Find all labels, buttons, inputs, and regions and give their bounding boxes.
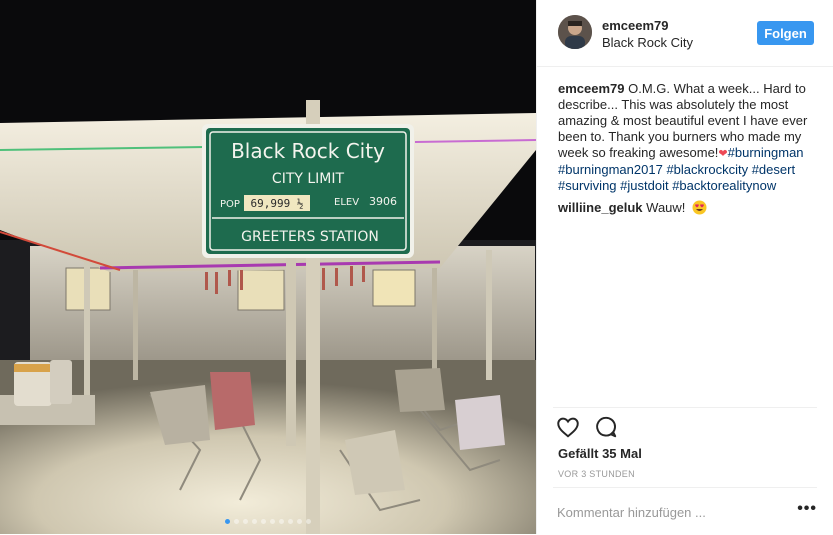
carousel-dot[interactable]: [297, 519, 302, 524]
sign-elev-value: 3906: [369, 195, 397, 208]
carousel-dot[interactable]: [288, 519, 293, 524]
likes-count[interactable]: Gefällt 35 Mal: [558, 446, 642, 461]
sign-footer: GREETERS STATION: [241, 229, 379, 245]
post-header: emceem79 Black Rock City Folgen: [537, 0, 833, 67]
carousel-dot[interactable]: [252, 519, 257, 524]
header-location[interactable]: Black Rock City: [602, 35, 693, 50]
carousel-dot[interactable]: [270, 519, 275, 524]
header-username[interactable]: emceem79: [602, 18, 669, 33]
hashtag-link[interactable]: #desert: [752, 162, 795, 177]
caption: emceem79 O.M.G. What a week... Hard to d…: [558, 81, 820, 194]
comment-item: williine_geluk Wauw!: [558, 200, 820, 216]
add-comment-input[interactable]: [557, 505, 787, 520]
hashtag-link[interactable]: #backtorealitynow: [672, 178, 776, 193]
hashtag-link[interactable]: #surviving: [558, 178, 617, 193]
instagram-post-viewer: Black Rock City CITY LIMIT POP 69,999 ½ …: [0, 0, 833, 534]
divider: [553, 407, 817, 408]
sign-elev-label: ELEV: [334, 197, 359, 208]
follow-button[interactable]: Folgen: [757, 21, 814, 45]
sign-title: Black Rock City: [231, 139, 385, 163]
comment-username[interactable]: williine_geluk: [558, 200, 643, 215]
heart-eyes-emoji-icon: [692, 200, 707, 215]
carousel-dot[interactable]: [306, 519, 311, 524]
avatar-image-icon: [558, 15, 592, 49]
speech-bubble-icon[interactable]: [593, 414, 619, 440]
carousel-dot[interactable]: [225, 519, 230, 524]
post-timestamp[interactable]: VOR 3 STUNDEN: [558, 469, 635, 479]
hashtag-link[interactable]: #burningman2017: [558, 162, 663, 177]
more-options-icon[interactable]: •••: [797, 500, 817, 518]
carousel-dot[interactable]: [234, 519, 239, 524]
comments-list: emceem79 O.M.G. What a week... Hard to d…: [558, 81, 820, 222]
carousel-dot[interactable]: [243, 519, 248, 524]
add-comment-bar: •••: [553, 487, 817, 535]
post-actions: [555, 414, 619, 442]
hashtag-link[interactable]: #justdoit: [620, 178, 668, 193]
photo-illustration: Black Rock City CITY LIMIT POP 69,999 ½ …: [0, 0, 536, 534]
carousel-dot[interactable]: [261, 519, 266, 524]
post-photo[interactable]: Black Rock City CITY LIMIT POP 69,999 ½ …: [0, 0, 536, 534]
heart-outline-icon[interactable]: [555, 414, 581, 440]
hashtag-link[interactable]: #burningman: [728, 145, 804, 160]
caption-username[interactable]: emceem79: [558, 81, 625, 96]
hashtag-link[interactable]: #blackrockcity: [666, 162, 748, 177]
sign-pop-label: POP: [220, 199, 240, 210]
carousel-indicator: [0, 519, 536, 524]
heart-emoji: ❤: [718, 148, 728, 160]
carousel-dot[interactable]: [279, 519, 284, 524]
post-side-panel: emceem79 Black Rock City Folgen emceem79…: [536, 0, 833, 534]
sign-subtitle: CITY LIMIT: [272, 171, 345, 187]
sign-pop-value: 69,999 ½: [251, 197, 304, 210]
comment-text: Wauw!: [646, 200, 686, 215]
avatar[interactable]: [558, 15, 592, 49]
